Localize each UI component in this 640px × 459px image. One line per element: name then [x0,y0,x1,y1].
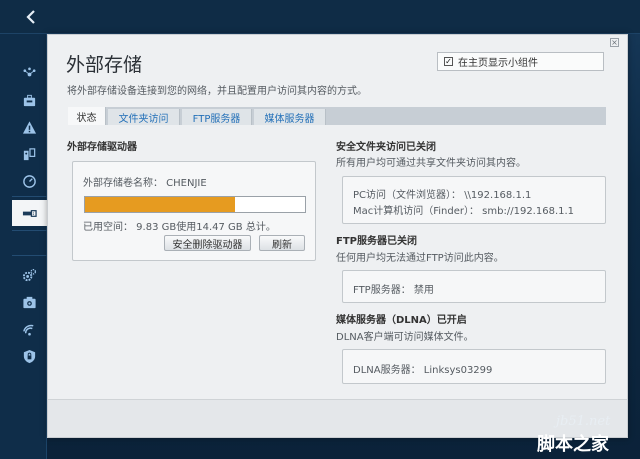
tab-media-server[interactable]: 媒体服务器 [254,109,326,125]
warning-icon [22,120,37,134]
sidebar-item-speed-test[interactable] [12,168,48,194]
chevron-left-icon [26,10,35,24]
sidebar-item-guest-access[interactable] [12,87,48,113]
camera-icon [23,296,36,308]
tab-label: 状态 [76,112,97,124]
tab-status[interactable]: 状态 [68,107,106,125]
sidebar-item-security[interactable] [12,343,48,369]
tab-ftp-server[interactable]: FTP服务器 [182,109,252,125]
show-widget-label: 在主页显示小组件 [458,58,538,69]
ftp-panel: FTP服务器： 禁用 [342,270,606,303]
page-title: 外部存储 [66,54,143,76]
secure-folder-title: 安全文件夹访问已关闭 [336,142,436,153]
watermark-domain: jb51.net [556,414,611,429]
volume-name: 外部存储卷名称： CHENJIE [83,178,207,189]
show-widget-checkbox[interactable]: ✓ 在主页显示小组件 [437,52,604,71]
top-bar [0,0,640,34]
tab-label: 文件夹访问 [118,113,169,125]
tab-label: FTP服务器 [192,113,241,125]
sidebar-divider [12,196,47,197]
dlna-title: 媒体服务器（DLNA）已开启 [336,315,467,326]
sidebar-item-network-map[interactable] [12,60,48,86]
dlna-subtitle: DLNA客户端可访问媒体文件。 [336,332,474,343]
checkbox-checked-icon[interactable]: ✓ [444,57,453,66]
ftp-title: FTP服务器已关闭 [336,236,417,247]
drive-panel: 外部存储卷名称： CHENJIE 已用空间： 9.83 GB使用14.47 GB… [72,161,316,261]
ftp-status: FTP服务器： 禁用 [353,285,434,296]
sidebar [0,34,48,459]
gauge-icon [23,174,36,188]
back-button[interactable] [0,0,62,34]
close-button[interactable]: × [610,38,619,47]
tab-bar: 状态 文件夹访问 FTP服务器 媒体服务器 [68,107,606,125]
sidebar-item-connectivity[interactable] [12,262,48,288]
refresh-button[interactable]: 刷新 [259,235,305,251]
sidebar-item-external-storage[interactable] [12,200,48,226]
sidebar-item-troubleshoot-2[interactable] [12,289,48,315]
drive-section-title: 外部存储驱动器 [67,142,137,153]
gear-icon [22,268,37,281]
family-icon [23,147,36,160]
network-map-icon [23,67,36,76]
sidebar-divider [12,230,47,231]
dlna-status: DLNA服务器： Linksys03299 [353,365,493,376]
page-description: 将外部存储设备连接到您的网络，并且配置用户访问其内容的方式。 [67,86,367,97]
safe-remove-drive-button[interactable]: 安全删除驱动器 [164,235,251,251]
tab-folder-access[interactable]: 文件夹访问 [108,109,180,125]
sidebar-item-wireless[interactable] [12,316,48,342]
briefcase-icon [23,94,36,106]
wifi-icon [23,324,34,335]
usb-icon [22,209,37,217]
mac-access: Mac计算机访问（Finder）： smb://192.168.1.1 [353,206,575,217]
pc-access: PC访问（文件浏览器）： \\192.168.1.1 [353,190,532,201]
usage-text: 已用空间： 9.83 GB使用14.47 GB 总计。 [83,222,276,233]
sidebar-divider [12,255,47,256]
external-storage-dialog: × 外部存储 将外部存储设备连接到您的网络，并且配置用户访问其内容的方式。 ✓ … [47,34,628,438]
sidebar-item-troubleshooting[interactable] [12,114,48,140]
storage-usage-fill [85,197,235,212]
tab-label: 媒体服务器 [264,113,315,125]
sidebar-item-parental-controls[interactable] [12,141,48,167]
close-icon: × [611,38,618,47]
watermark-logo-text: 脚本之家 [537,434,609,455]
secure-folder-panel: PC访问（文件浏览器）： \\192.168.1.1 Mac计算机访问（Find… [342,176,606,224]
secure-folder-subtitle: 所有用户均可通过共享文件夹访问其内容。 [336,158,526,169]
ftp-subtitle: 任何用户均无法通过FTP访问此内容。 [336,253,504,264]
shield-icon [23,349,36,363]
storage-usage-bar [84,196,306,213]
dlna-panel: DLNA服务器： Linksys03299 [342,349,606,384]
